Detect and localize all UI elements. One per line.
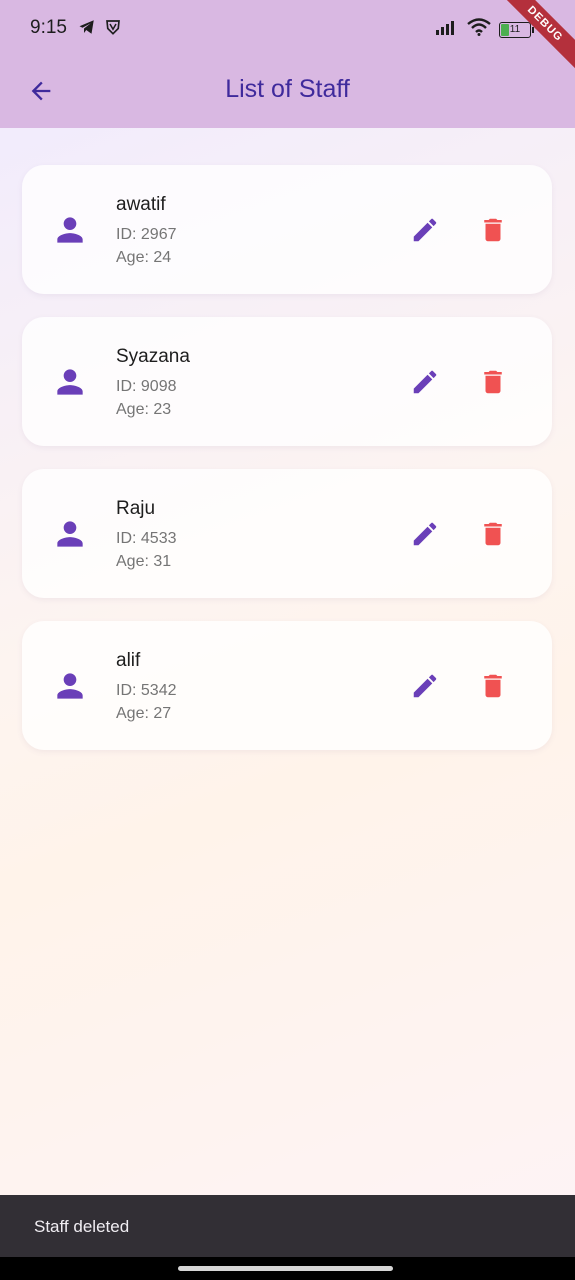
page-title: List of Staff (225, 75, 350, 103)
staff-card: Syazana ID: 9098 Age: 23 (22, 317, 552, 446)
edit-button[interactable] (406, 669, 444, 707)
status-time: 9:15 (30, 17, 67, 38)
pencil-icon (410, 367, 440, 402)
delete-button[interactable] (474, 517, 512, 555)
snackbar: Staff deleted (0, 1195, 575, 1257)
battery-level: 11 (509, 23, 521, 35)
telegram-icon (78, 18, 96, 41)
edit-button[interactable] (406, 517, 444, 555)
staff-id: ID: 5342 (116, 682, 177, 699)
navigation-bar (0, 1257, 575, 1280)
trash-icon (478, 519, 508, 554)
edit-button[interactable] (406, 213, 444, 251)
staff-id: ID: 9098 (116, 378, 177, 395)
status-bar: 9:15 11 (0, 0, 575, 58)
shield-icon (104, 18, 122, 41)
staff-list: awatif ID: 2967 Age: 24 Syazana ID: 9098… (22, 165, 552, 773)
staff-name: Raju (116, 498, 156, 519)
trash-icon (478, 367, 508, 402)
delete-button[interactable] (474, 365, 512, 403)
trash-icon (478, 671, 508, 706)
pencil-icon (410, 215, 440, 250)
staff-card: Raju ID: 4533 Age: 31 (22, 469, 552, 598)
signal-icon (435, 19, 459, 40)
staff-age: Age: 27 (116, 705, 172, 722)
staff-age: Age: 31 (116, 553, 172, 570)
status-right-icons: 11 (435, 18, 534, 41)
home-indicator[interactable] (178, 1266, 393, 1271)
staff-age: Age: 24 (116, 249, 172, 266)
status-left-icons (78, 18, 122, 41)
person-icon (51, 515, 89, 553)
battery-icon: 11 (499, 21, 534, 38)
pencil-icon (410, 519, 440, 554)
person-icon (51, 363, 89, 401)
snackbar-message: Staff deleted (34, 1217, 130, 1236)
staff-name: awatif (116, 194, 166, 215)
delete-button[interactable] (474, 669, 512, 707)
staff-name: Syazana (116, 346, 190, 367)
pencil-icon (410, 671, 440, 706)
staff-id: ID: 4533 (116, 530, 177, 547)
app-bar: List of Staff (0, 58, 575, 128)
staff-id: ID: 2967 (116, 226, 177, 243)
person-icon (51, 667, 89, 705)
person-icon (51, 211, 89, 249)
staff-age: Age: 23 (116, 401, 172, 418)
staff-card: awatif ID: 2967 Age: 24 (22, 165, 552, 294)
edit-button[interactable] (406, 365, 444, 403)
staff-name: alif (116, 650, 141, 671)
delete-button[interactable] (474, 213, 512, 251)
trash-icon (478, 215, 508, 250)
wifi-icon (467, 18, 491, 41)
staff-card: alif ID: 5342 Age: 27 (22, 621, 552, 750)
